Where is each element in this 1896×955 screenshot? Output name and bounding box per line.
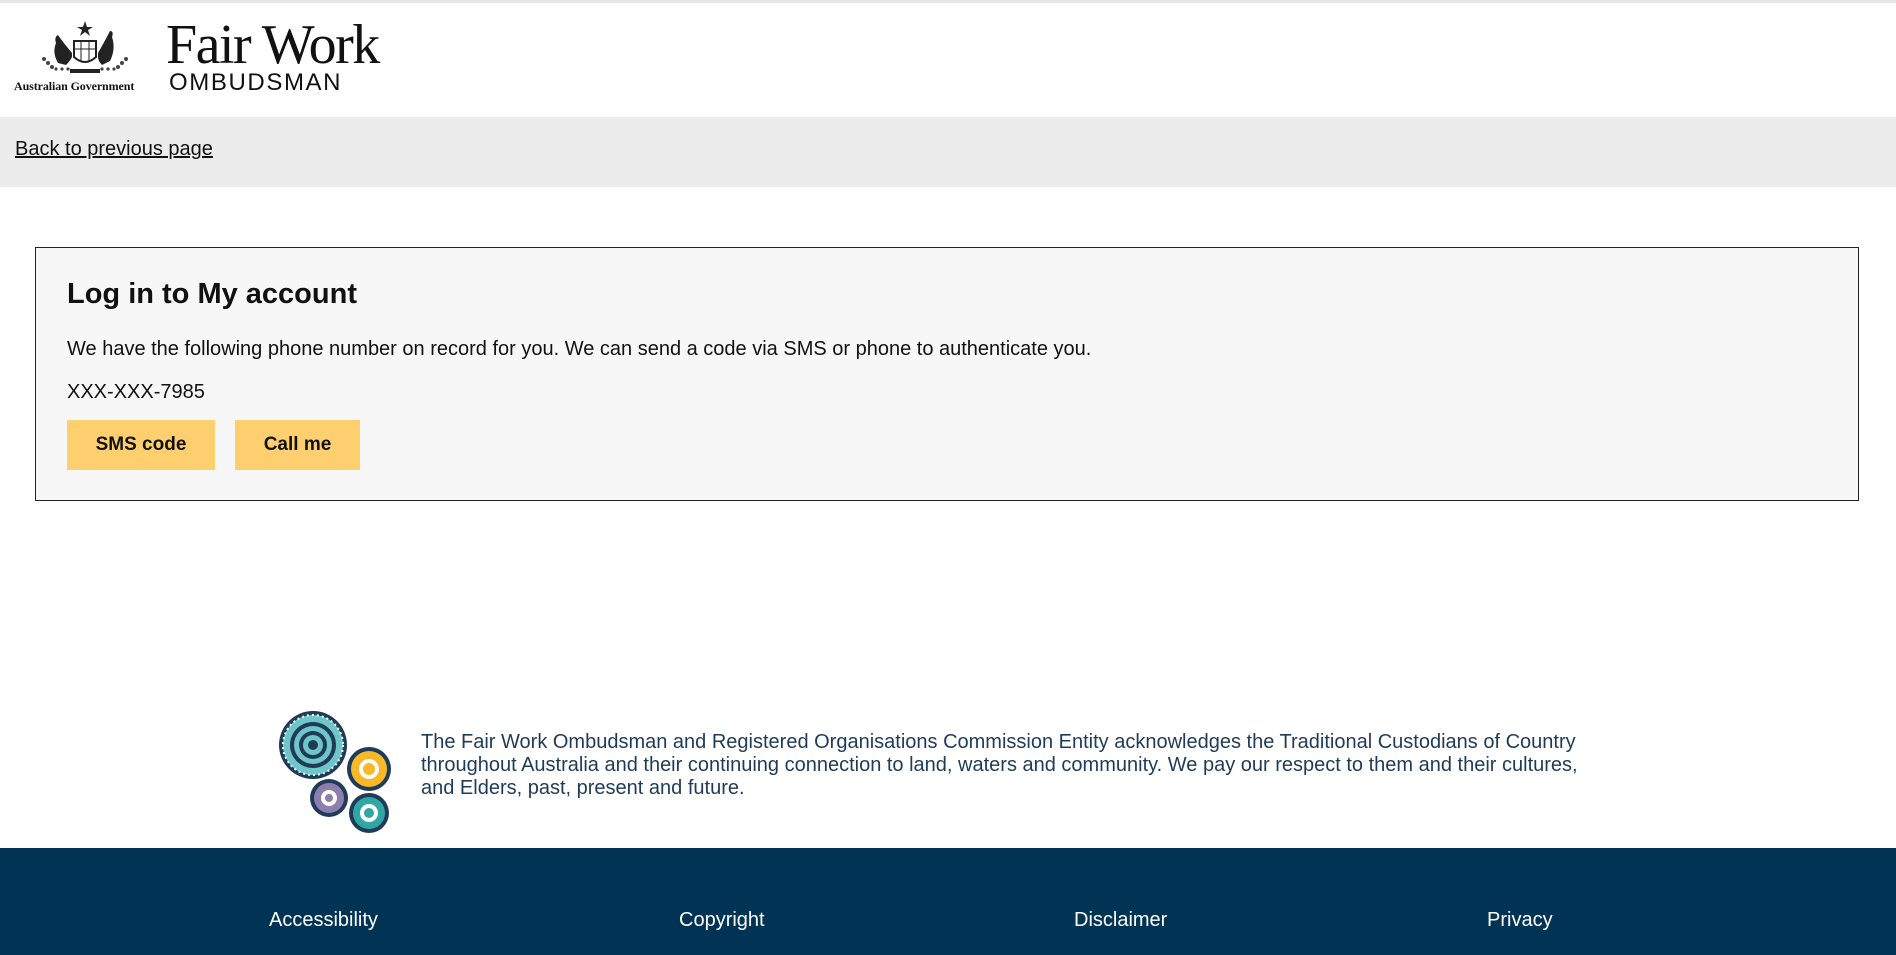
- sms-code-button[interactable]: SMS code: [67, 420, 215, 470]
- back-navigation-bar: Back to previous page: [0, 117, 1896, 187]
- aboriginal-dot-circles-icon: [279, 711, 391, 833]
- brand-subtitle: OMBUDSMAN: [169, 69, 343, 96]
- footer-link-accessibility[interactable]: Accessibility: [269, 909, 378, 932]
- site-footer: Accessibility Copyright Disclaimer Priva…: [0, 848, 1896, 955]
- government-caption: Australian Government: [14, 79, 135, 93]
- acknowledgement-artwork: [275, 709, 395, 836]
- acknowledgement-of-country-text: The Fair Work Ombudsman and Registered O…: [421, 731, 1578, 799]
- login-title: Log in to My account: [67, 278, 357, 310]
- masked-phone-number: XXX-XXX-7985: [67, 381, 205, 403]
- footer-link-copyright[interactable]: Copyright: [679, 909, 765, 932]
- login-panel: Log in to My account We have the followi…: [35, 247, 1859, 501]
- footer-link-disclaimer[interactable]: Disclaimer: [1074, 909, 1167, 932]
- back-to-previous-page-link[interactable]: Back to previous page: [15, 138, 213, 161]
- login-description: We have the following phone number on re…: [67, 338, 1092, 360]
- call-me-button[interactable]: Call me: [235, 420, 360, 470]
- commonwealth-coat-of-arms-icon: [42, 21, 128, 73]
- government-logo[interactable]: Australian Government: [14, 19, 156, 99]
- footer-link-privacy[interactable]: Privacy: [1487, 909, 1553, 932]
- brand-title[interactable]: Fair Work: [166, 17, 380, 73]
- site-header: Australian Government Fair Work OMBUDSMA…: [0, 3, 1896, 117]
